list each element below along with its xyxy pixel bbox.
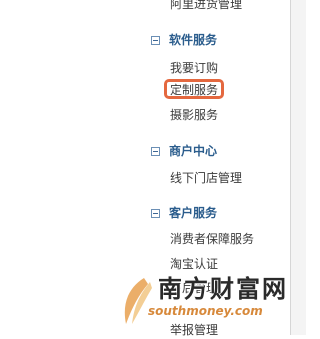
- watermark-url: southmoney.com: [148, 304, 263, 318]
- section-software-services[interactable]: 软件服务: [151, 32, 217, 48]
- menu-item-offline-store[interactable]: 线下门店管理: [170, 170, 242, 186]
- collapse-icon[interactable]: [151, 146, 160, 156]
- collapse-icon[interactable]: [151, 208, 160, 218]
- section-merchant-center[interactable]: 商户中心: [151, 143, 217, 159]
- section-customer-service[interactable]: 客户服务: [151, 205, 217, 221]
- watermark-title: 南方财富网: [158, 275, 288, 303]
- menu-item-purchase-management[interactable]: 阿里进货管理: [170, 0, 242, 12]
- menu-item-subscribe[interactable]: 我要订购: [170, 60, 218, 76]
- menu-item-taobao-certification[interactable]: 淘宝认证: [170, 256, 218, 272]
- menu-item-photography[interactable]: 摄影服务: [170, 107, 218, 123]
- watermark-logo-icon: [124, 278, 152, 324]
- watermark: 南方财富网 southmoney.com: [118, 274, 304, 328]
- menu-item-consumer-protection[interactable]: 消费者保障服务: [170, 231, 254, 247]
- section-title: 客户服务: [169, 206, 218, 220]
- section-title: 商户中心: [169, 144, 218, 158]
- highlight-box: [164, 79, 224, 99]
- section-title: 软件服务: [169, 33, 218, 47]
- collapse-icon[interactable]: [151, 35, 160, 45]
